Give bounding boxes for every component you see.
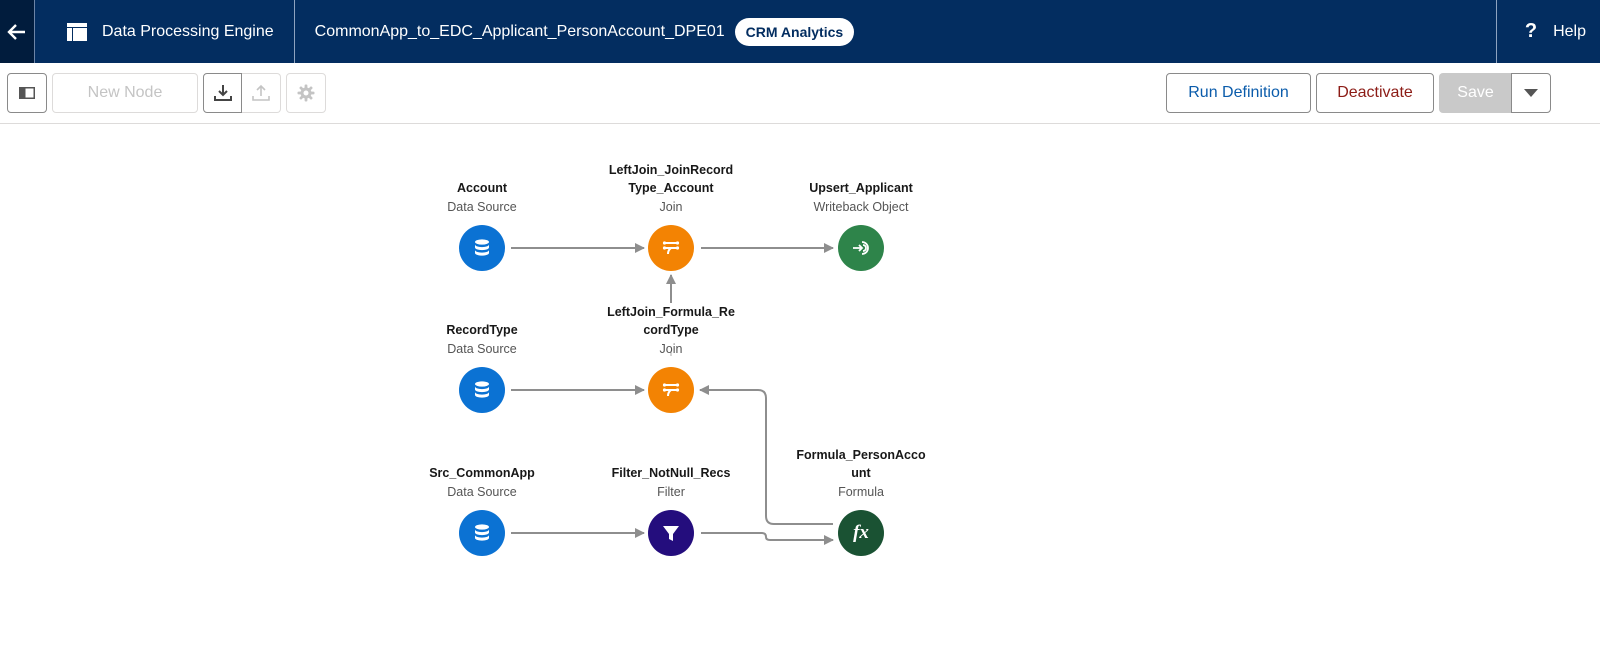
node-type: Data Source (447, 485, 517, 499)
node-name: Upsert_Applicant (809, 181, 913, 195)
node-name: RecordType (446, 323, 518, 337)
table-layout-icon (67, 22, 87, 41)
node-name: Filter_NotNull_Recs (611, 466, 731, 480)
panel-toggle-icon (19, 87, 35, 99)
node-src-commonapp[interactable]: Src_CommonApp Data Source (397, 464, 567, 502)
node-filter-circle[interactable] (648, 510, 694, 556)
download-button[interactable] (203, 73, 242, 113)
node-filter[interactable]: Filter_NotNull_Recs Filter (586, 464, 756, 502)
join-icon (662, 241, 680, 255)
database-icon (475, 524, 489, 541)
arrow-left-icon (7, 23, 25, 40)
node-type: Writeback Object (813, 200, 909, 214)
node-name: Account (457, 181, 507, 195)
node-join1[interactable]: LeftJoin_JoinRecordType_Account Join (586, 161, 756, 217)
node-join2[interactable]: LeftJoin_Formula_RecordType Join (586, 303, 756, 359)
join-icon (662, 383, 680, 397)
node-type: Data Source (447, 342, 517, 356)
node-name: Formula_PersonAccount (796, 448, 926, 480)
node-formula[interactable]: Formula_PersonAccount Formula (776, 446, 946, 502)
definition-name: CommonApp_to_EDC_Applicant_PersonAccount… (314, 22, 725, 40)
definition-title-section: CommonApp_to_EDC_Applicant_PersonAccount… (295, 0, 855, 63)
node-type: Data Source (447, 200, 517, 214)
writeback-icon (853, 241, 869, 255)
node-type: Join (659, 342, 683, 356)
node-recordtype-circle[interactable] (459, 367, 505, 413)
save-menu-button[interactable] (1511, 73, 1551, 113)
database-icon (475, 239, 489, 256)
flow-canvas[interactable]: Account Data Source LeftJoin_JoinRecordT… (0, 124, 1600, 645)
node-type: Join (659, 200, 683, 214)
database-icon (475, 381, 489, 398)
caret-down-icon (1524, 89, 1538, 97)
node-join1-circle[interactable] (648, 225, 694, 271)
node-type: Formula (838, 485, 884, 499)
product-badge: CRM Analytics (734, 17, 855, 46)
node-join2-circle[interactable] (648, 367, 694, 413)
node-name: LeftJoin_Formula_RecordType (607, 305, 735, 337)
settings-button[interactable] (286, 73, 326, 113)
upload-button[interactable] (242, 73, 281, 113)
node-name: LeftJoin_JoinRecordType_Account (608, 163, 734, 195)
node-recordtype[interactable]: RecordType Data Source (397, 321, 567, 359)
formula-icon: fx (853, 522, 869, 543)
panel-toggle-button[interactable] (7, 73, 47, 113)
run-definition-button[interactable]: Run Definition (1166, 73, 1311, 113)
deactivate-button[interactable]: Deactivate (1316, 73, 1434, 113)
import-export-group (203, 73, 281, 113)
save-button[interactable]: Save (1439, 73, 1512, 113)
help-button[interactable]: ? Help (1495, 0, 1600, 63)
filter-icon (663, 526, 679, 541)
toolbar: New Node Run Definition Deactivate Save (0, 63, 1600, 124)
node-account[interactable]: Account Data Source (397, 179, 567, 217)
node-upsert[interactable]: Upsert_Applicant Writeback Object (776, 179, 946, 217)
help-label: Help (1553, 22, 1586, 40)
node-name: Src_CommonApp (429, 466, 535, 480)
gear-icon (297, 84, 315, 102)
node-account-circle[interactable] (459, 225, 505, 271)
node-upsert-circle[interactable] (838, 225, 884, 271)
new-node-button[interactable]: New Node (52, 73, 198, 113)
edge-filter-to-formula (701, 532, 834, 545)
download-icon (213, 85, 232, 101)
app-header: Data Processing Engine CommonApp_to_EDC_… (0, 0, 1600, 63)
upload-icon (252, 84, 270, 101)
node-formula-circle[interactable]: fx (838, 510, 884, 556)
question-mark-icon: ? (1524, 20, 1538, 42)
node-type: Filter (657, 485, 685, 499)
back-button[interactable] (0, 0, 35, 63)
app-name: Data Processing Engine (102, 22, 274, 40)
node-src-commonapp-circle[interactable] (459, 510, 505, 556)
app-name-section: Data Processing Engine (35, 0, 295, 63)
